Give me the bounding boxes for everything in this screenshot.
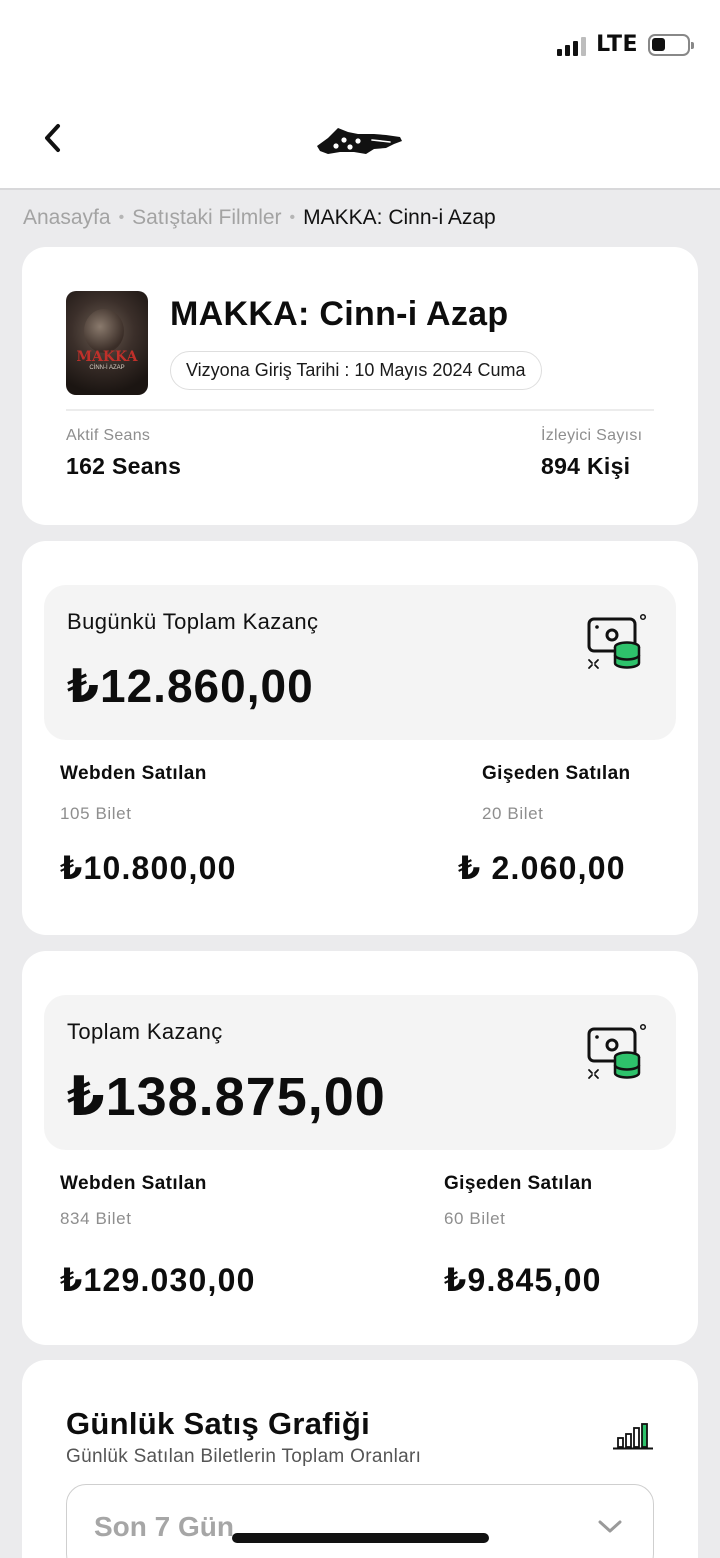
battery-icon xyxy=(648,33,694,56)
network-type: LTE xyxy=(596,32,638,57)
chevron-down-icon xyxy=(598,1520,622,1533)
movie-poster: MAKKA CİNN-İ AZAP xyxy=(66,291,148,395)
release-date-badge: Vizyona Giriş Tarihi : 10 Mayıs 2024 Cum… xyxy=(170,351,542,390)
today-earnings-label: Bugünkü Toplam Kazanç xyxy=(67,609,319,634)
total-earnings-summary: Toplam Kazanç ₺138.875,00 xyxy=(44,995,676,1150)
today-web-amount: ₺10.800,00 xyxy=(60,850,237,886)
active-sessions-label: Aktif Seans xyxy=(66,427,151,444)
chart-subtitle: Günlük Satılan Biletlerin Toplam Oranlar… xyxy=(66,1446,422,1467)
daily-sales-chart-card: Günlük Satış Grafiği Günlük Satılan Bile… xyxy=(22,1360,698,1558)
breadcrumb-home[interactable]: Anasayfa xyxy=(23,206,111,229)
battery-level xyxy=(652,37,666,51)
active-sessions-value: 162 Seans xyxy=(66,453,182,479)
chevron-left-icon[interactable] xyxy=(40,120,70,156)
total-earnings-card: Toplam Kazanç ₺138.875,00 Webden Satılan… xyxy=(22,951,698,1345)
movie-info-card: MAKKA CİNN-İ AZAP MAKKA: Cinn-i Azap Viz… xyxy=(22,247,698,525)
home-indicator[interactable] xyxy=(232,1533,489,1543)
total-web-count: 834 Bilet xyxy=(60,1209,132,1228)
breadcrumb-movies[interactable]: Satıştaki Filmler xyxy=(132,206,281,229)
movie-title: MAKKA: Cinn-i Azap xyxy=(170,295,509,333)
today-earnings-card: Bugünkü Toplam Kazanç ₺12.860,00 Webden … xyxy=(22,541,698,935)
today-earnings-amount: ₺12.860,00 xyxy=(67,660,314,712)
total-web-title: Webden Satılan xyxy=(60,1173,207,1194)
poster-title: MAKKA xyxy=(76,349,138,365)
top-bar: LTE xyxy=(0,0,720,190)
poster-subtitle: CİNN-İ AZAP xyxy=(89,365,125,371)
today-web-count: 105 Bilet xyxy=(60,804,132,823)
total-box-count: 60 Bilet xyxy=(444,1209,506,1228)
today-box-amount: ₺ 2.060,00 xyxy=(458,850,626,886)
divider xyxy=(66,409,654,411)
today-web-title: Webden Satılan xyxy=(60,763,207,784)
breadcrumb: Anasayfa • Satıştaki Filmler • MAKKA: Cinn-i… xyxy=(23,206,496,230)
today-box-count: 20 Bilet xyxy=(482,804,544,823)
money-icon xyxy=(587,613,647,669)
total-box-amount: ₺9.845,00 xyxy=(444,1262,602,1298)
bar-chart-icon xyxy=(613,1423,653,1450)
today-earnings-summary: Bugünkü Toplam Kazanç ₺12.860,00 xyxy=(44,585,676,740)
ticket-logo-icon xyxy=(317,128,402,154)
chart-title: Günlük Satış Grafiği xyxy=(66,1406,370,1441)
signal-icon xyxy=(557,34,587,56)
breadcrumb-separator: • xyxy=(118,209,125,226)
total-web-amount: ₺129.030,00 xyxy=(60,1262,256,1298)
viewers-label: İzleyici Sayısı xyxy=(541,427,643,444)
period-select[interactable]: Son 7 Gün xyxy=(66,1484,654,1558)
money-icon xyxy=(587,1023,647,1079)
status-bar: LTE xyxy=(557,32,694,57)
breadcrumb-separator: • xyxy=(289,209,296,226)
total-box-title: Gişeden Satılan xyxy=(444,1173,593,1194)
breadcrumb-current: MAKKA: Cinn-i Azap xyxy=(303,206,496,229)
period-select-value: Son 7 Gün xyxy=(94,1511,234,1542)
total-earnings-amount: ₺138.875,00 xyxy=(67,1067,386,1127)
today-box-title: Gişeden Satılan xyxy=(482,763,631,784)
total-earnings-label: Toplam Kazanç xyxy=(67,1019,223,1044)
viewers-value: 894 Kişi xyxy=(541,453,631,479)
